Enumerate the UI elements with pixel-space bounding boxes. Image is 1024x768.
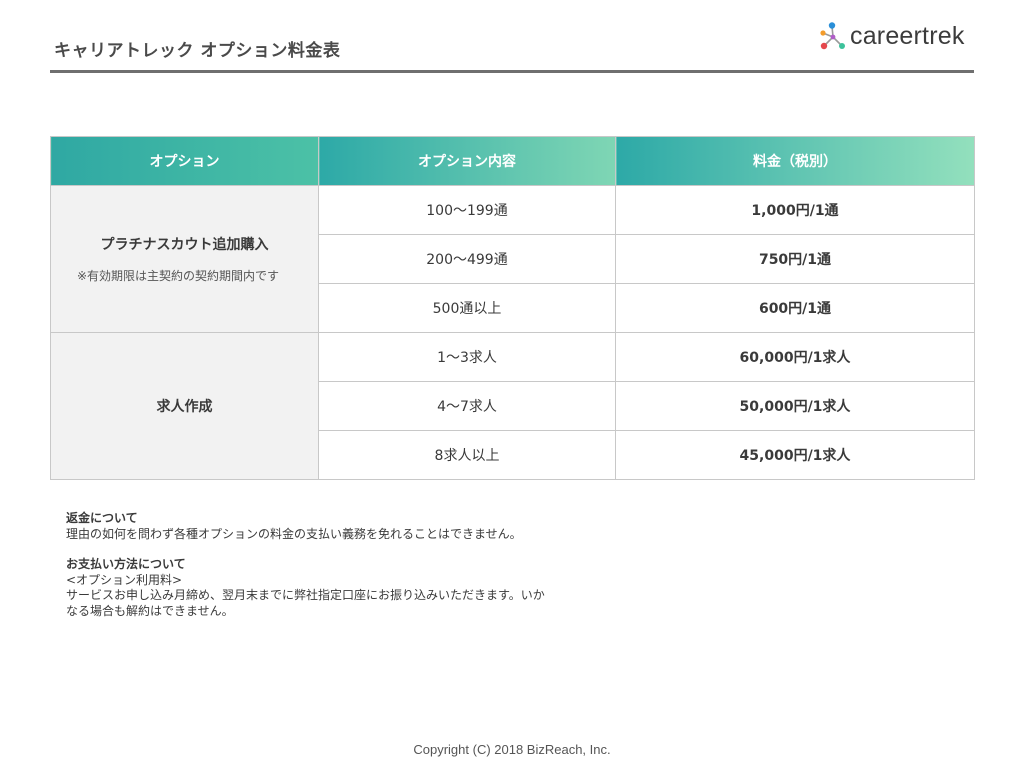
- table-row: プラチナスカウト追加購入 ※有効期限は主契約の契約期間内です 100〜199通 …: [50, 185, 975, 333]
- table-row: 求人作成 1〜3求人 60,000円/1求人: [50, 332, 975, 480]
- table-header-row: オプション オプション内容 料金（税別）: [50, 136, 975, 186]
- price-cell: 60,000円/1求人: [615, 332, 975, 382]
- notes-section: 返金について 理由の如何を問わず各種オプションの料金の支払い義務を免れることはで…: [66, 511, 546, 634]
- careertrek-logo: careertrek: [820, 20, 980, 52]
- refund-text: 理由の如何を問わず各種オプションの料金の支払い義務を免れることはできません。: [66, 526, 522, 541]
- option-content-cell: 4〜7求人: [318, 381, 616, 431]
- option-price-table: オプション オプション内容 料金（税別） プラチナスカウト追加購入 ※有効期限は…: [50, 136, 975, 480]
- payment-heading: お支払い方法について: [66, 557, 186, 571]
- refund-heading: 返金について: [66, 511, 138, 525]
- option-platinum-scout: プラチナスカウト追加購入 ※有効期限は主契約の契約期間内です: [50, 185, 319, 333]
- option-name: プラチナスカウト追加購入: [100, 236, 269, 253]
- price-cell: 600円/1通: [615, 283, 975, 333]
- price-cell: 45,000円/1求人: [615, 430, 975, 480]
- molecule-logo-icon: [820, 22, 845, 50]
- option-content-cell: 500通以上: [318, 283, 616, 333]
- option-content-cell: 100〜199通: [318, 185, 616, 235]
- option-job-creation: 求人作成: [50, 332, 319, 480]
- payment-subheading: <オプション利用料>: [66, 572, 183, 587]
- price-cell: 1,000円/1通: [615, 185, 975, 235]
- title-divider: [50, 70, 974, 73]
- refund-note: 返金について 理由の如何を問わず各種オプションの料金の支払い義務を免れることはで…: [66, 511, 546, 542]
- option-content-cell: 200〜499通: [318, 234, 616, 284]
- option-content-cell: 8求人以上: [318, 430, 616, 480]
- price-cell: 50,000円/1求人: [615, 381, 975, 431]
- copyright: Copyright (C) 2018 BizReach, Inc.: [413, 742, 611, 757]
- option-name: 求人作成: [156, 399, 213, 415]
- price-cell: 750円/1通: [615, 234, 975, 284]
- option-note: ※有効期限は主契約の契約期間内です: [77, 268, 280, 283]
- payment-note: お支払い方法について <オプション利用料> サービスお申し込み月締め、翌月末まで…: [66, 557, 546, 619]
- logo-text: careertrek: [850, 21, 965, 50]
- header-price: 料金（税別）: [615, 136, 975, 186]
- header-option-content: オプション内容: [318, 136, 616, 186]
- header-option: オプション: [50, 136, 319, 186]
- page-title: キャリアトレック オプション料金表: [54, 41, 341, 61]
- payment-text: サービスお申し込み月締め、翌月末までに弊社指定口座にお振り込みいただきます。いか…: [66, 588, 545, 618]
- option-content-cell: 1〜3求人: [318, 332, 616, 382]
